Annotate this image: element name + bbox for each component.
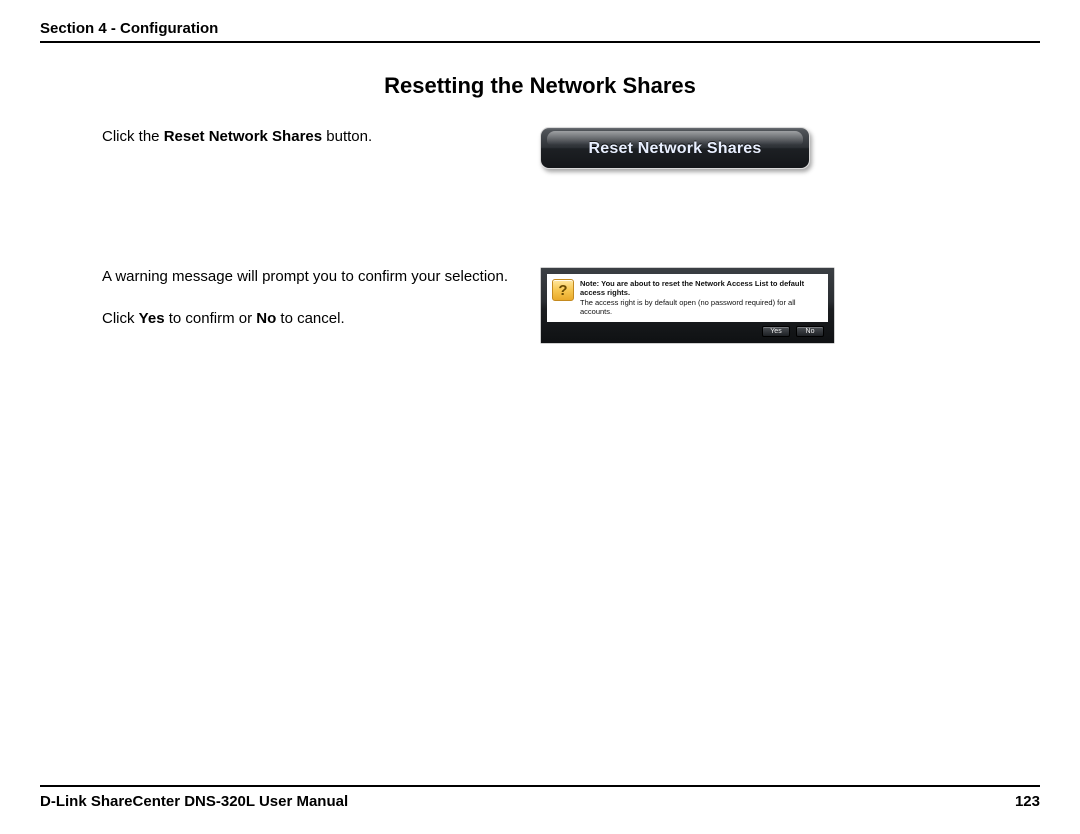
step2-l2-mid: to confirm or	[165, 310, 257, 327]
dialog-no-button[interactable]: No	[796, 326, 824, 337]
step2-l2-b1: Yes	[139, 310, 165, 327]
footer-manual-title: D-Link ShareCenter DNS-320L User Manual	[40, 793, 348, 810]
confirm-dialog: ? Note: You are about to reset the Netwo…	[541, 268, 834, 343]
step-1-text: Click the Reset Network Shares button.	[40, 127, 535, 147]
step-2-image: ? Note: You are about to reset the Netwo…	[535, 267, 1040, 344]
step2-l2-post: to cancel.	[276, 310, 344, 327]
reset-button-screenshot: Reset Network Shares	[540, 127, 810, 169]
dialog-line2: The access right is by default open (no …	[580, 298, 796, 316]
question-icon: ?	[552, 279, 574, 301]
page-footer: D-Link ShareCenter DNS-320L User Manual …	[40, 785, 1040, 810]
section-header: Section 4 - Configuration	[40, 20, 1040, 43]
step-2-text: A warning message will prompt you to con…	[40, 267, 535, 330]
step2-line1: A warning message will prompt you to con…	[102, 267, 515, 287]
dialog-text: Note: You are about to reset the Network…	[580, 279, 822, 317]
dialog-yes-button[interactable]: Yes	[762, 326, 790, 337]
dialog-button-row: Yes No	[547, 322, 828, 339]
page-title: Resetting the Network Shares	[40, 73, 1040, 99]
manual-page: Section 4 - Configuration Resetting the …	[0, 0, 1080, 834]
step2-line2: Click Yes to confirm or No to cancel.	[102, 309, 515, 329]
dialog-body: ? Note: You are about to reset the Netwo…	[547, 274, 828, 322]
step1-post: button.	[322, 128, 372, 145]
reset-button-label: Reset Network Shares	[589, 140, 762, 158]
step2-l2-pre: Click	[102, 310, 139, 327]
step-2-row: A warning message will prompt you to con…	[40, 267, 1040, 344]
confirm-dialog-screenshot: ? Note: You are about to reset the Netwo…	[540, 267, 835, 344]
step1-pre: Click the	[102, 128, 164, 145]
step1-bold: Reset Network Shares	[164, 128, 322, 145]
reset-network-shares-button[interactable]: Reset Network Shares	[540, 127, 810, 169]
dialog-note-label: Note:	[580, 279, 599, 288]
footer-page-number: 123	[1015, 793, 1040, 810]
step-1-image: Reset Network Shares	[535, 127, 1040, 169]
step2-l2-b2: No	[256, 310, 276, 327]
step-1-row: Click the Reset Network Shares button. R…	[40, 127, 1040, 169]
dialog-line1-rest: You are about to reset the Network Acces…	[580, 279, 804, 297]
